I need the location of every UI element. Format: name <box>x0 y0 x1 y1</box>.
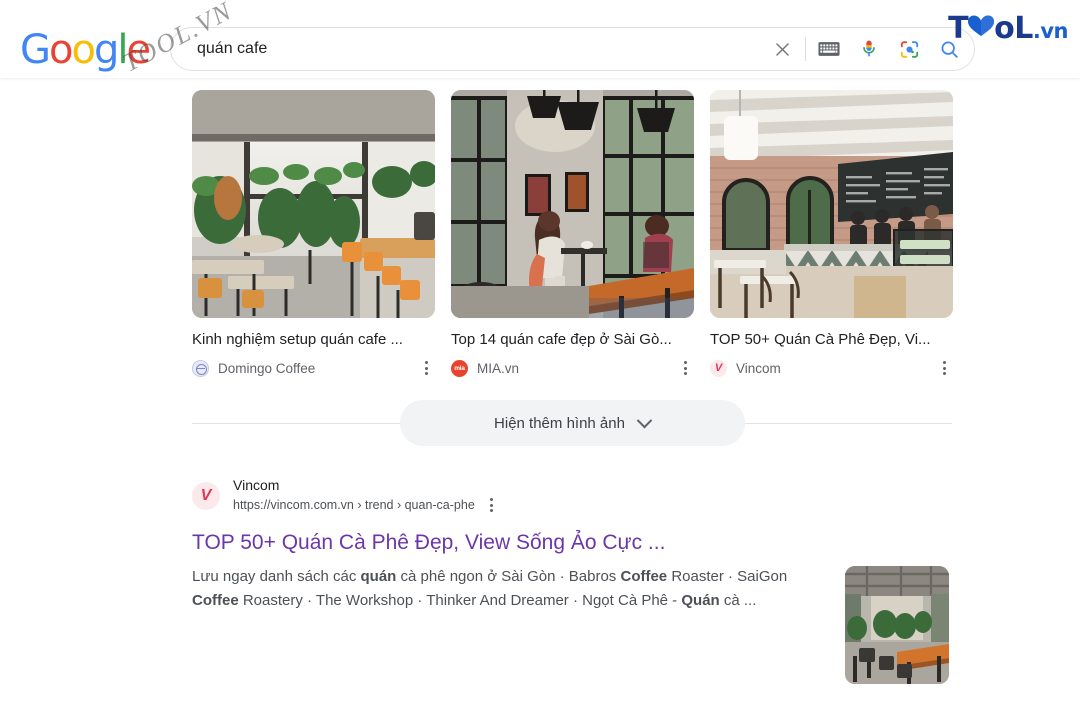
result-url: https://vincom.com.vn › trend › quan-ca-… <box>233 498 475 512</box>
clear-search-icon[interactable] <box>767 34 797 64</box>
result-url-row: https://vincom.com.vn › trend › quan-ca-… <box>233 495 501 515</box>
image-thumbnail[interactable] <box>710 90 953 318</box>
show-more-images-label: Hiện thêm hình ảnh <box>494 414 625 432</box>
google-search-results-page: Google quán cafe T oL .vn TOOL.VN Kinh n… <box>0 0 1080 720</box>
brand-text-suffix: .vn <box>1032 19 1069 43</box>
result-thumbnail[interactable] <box>845 566 949 684</box>
result-site-name: Vincom <box>233 477 280 493</box>
image-card-source: V Vincom <box>710 358 953 378</box>
more-options-icon[interactable] <box>483 495 501 515</box>
snippet-text: cà ... <box>719 592 757 609</box>
image-card-source-name: MIA.vn <box>477 360 520 376</box>
image-card-title[interactable]: Top 14 quán cafe đẹp ở Sài Gò... <box>451 330 694 350</box>
divider-left <box>192 422 400 424</box>
show-more-images-row: Hiện thêm hình ảnh <box>192 400 952 446</box>
result-title-link[interactable]: TOP 50+ Quán Cà Phê Đẹp, View Sống Ảo Cự… <box>192 529 792 556</box>
chevron-down-icon <box>636 412 653 428</box>
more-options-icon[interactable] <box>935 358 953 378</box>
image-card-source-name: Vincom <box>736 360 781 376</box>
snippet-keyword: Quán <box>681 592 720 609</box>
vincom-logo-icon: V <box>710 359 727 377</box>
result-header: V Vincom https://vincom.com.vn › trend ›… <box>192 476 792 515</box>
image-card-source: mia MIA.vn <box>451 358 694 378</box>
snippet-text: cà phê ngon ở Sài Gòn · Babros <box>396 568 621 585</box>
snippet-keyword: quán <box>360 568 397 585</box>
image-card-title[interactable]: Kinh nghiệm setup quán cafe ... <box>192 330 435 350</box>
more-options-icon[interactable] <box>676 358 694 378</box>
image-card[interactable]: TOP 50+ Quán Cà Phê Đẹp, Vi... V Vincom <box>710 90 953 378</box>
search-divider <box>805 37 806 61</box>
vincom-favicon-icon: V <box>192 481 220 510</box>
mia-logo-icon: mia <box>451 359 468 377</box>
leaf-icon <box>966 12 996 38</box>
image-thumbnail[interactable] <box>192 90 435 318</box>
brand-text-main: T <box>948 11 969 46</box>
snippet-text: Roaster · SaiGon <box>667 568 788 585</box>
brand-text-mid: oL <box>994 11 1033 46</box>
divider-right <box>744 422 952 424</box>
search-result: V Vincom https://vincom.com.vn › trend ›… <box>192 476 792 613</box>
image-thumbnail[interactable] <box>451 90 694 318</box>
microphone-icon[interactable] <box>854 34 884 64</box>
globe-icon <box>192 359 209 377</box>
result-snippet: Lưu ngay danh sách các quán cà phê ngon … <box>192 565 792 613</box>
tool-vn-brand-logo: T oL .vn <box>948 12 1068 47</box>
snippet-keyword: Coffee <box>620 568 668 585</box>
image-card-title[interactable]: TOP 50+ Quán Cà Phê Đẹp, Vi... <box>710 330 953 350</box>
search-input[interactable] <box>171 40 767 58</box>
keyboard-icon[interactable] <box>814 34 844 64</box>
image-card-source-name: Domingo Coffee <box>218 360 316 376</box>
image-card[interactable]: Kinh nghiệm setup quán cafe ... Domingo … <box>192 90 435 378</box>
google-lens-icon[interactable] <box>894 34 924 64</box>
image-pack: Kinh nghiệm setup quán cafe ... Domingo … <box>192 90 953 378</box>
image-card-source: Domingo Coffee <box>192 358 435 378</box>
snippet-keyword: Coffee <box>192 592 239 609</box>
snippet-text: Lưu ngay danh sách các <box>192 568 361 585</box>
search-bar[interactable] <box>170 27 975 71</box>
more-options-icon[interactable] <box>417 358 435 378</box>
show-more-images-button[interactable]: Hiện thêm hình ảnh <box>399 400 745 446</box>
image-card[interactable]: Top 14 quán cafe đẹp ở Sài Gò... mia MIA… <box>451 90 694 378</box>
snippet-text: Roastery · The Workshop · Thinker And Dr… <box>238 592 682 609</box>
